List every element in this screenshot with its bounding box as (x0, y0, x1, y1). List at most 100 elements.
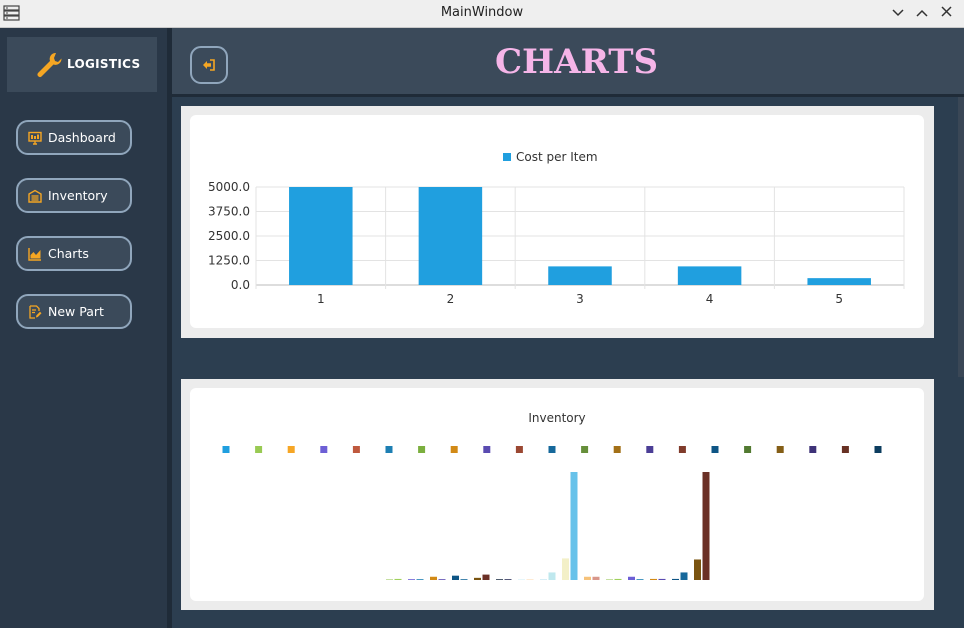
bar (526, 579, 534, 580)
bar (386, 579, 393, 580)
sidebar-item-inventory[interactable]: Inventory (16, 178, 132, 213)
cost-chart-panel: Cost per Item 5000.0 3750.0 2500.0 1250.0 0.0… (181, 106, 934, 338)
page-header: CHARTS (172, 28, 964, 94)
maximize-button[interactable] (912, 3, 932, 23)
bar (628, 576, 635, 580)
bar (504, 579, 512, 580)
legend-marker (352, 446, 360, 453)
inventory-chart: Inventory (222, 411, 882, 580)
logo-label: LOGISTICS (67, 57, 141, 71)
bar (438, 579, 446, 580)
close-icon (940, 6, 952, 17)
monitor-icon (28, 131, 42, 145)
vertical-scrollbar[interactable] (958, 97, 964, 377)
bar (289, 187, 353, 285)
legend-marker (581, 446, 589, 453)
y-tick-label: 1250.0 (208, 254, 250, 268)
inventory-chart-panel: Inventory (181, 379, 934, 610)
bar (672, 578, 679, 580)
legend-marker (222, 446, 230, 453)
bar (702, 472, 710, 580)
legend-marker (255, 446, 263, 453)
bar (548, 266, 612, 285)
bar (460, 579, 468, 580)
bar (636, 579, 644, 580)
legend-marker (744, 446, 752, 453)
chart-title: Inventory (528, 411, 585, 425)
bar (650, 578, 657, 580)
legend-marker (385, 446, 393, 453)
bar (658, 578, 666, 580)
sidebar: LOGISTICS Dashboard Inventory Charts New… (0, 28, 167, 628)
bar (418, 187, 483, 285)
bar (394, 578, 402, 580)
sidebar-item-label: New Part (48, 304, 104, 319)
inventory-chart-card: Inventory (190, 388, 924, 601)
bar (482, 574, 490, 580)
area-chart-icon (28, 248, 41, 261)
bar (584, 576, 591, 580)
app-logo: LOGISTICS (7, 37, 157, 92)
close-button[interactable] (936, 3, 956, 23)
sidebar-item-label: Dashboard (48, 130, 116, 145)
legend-marker (874, 446, 882, 453)
minimize-button[interactable] (888, 3, 908, 23)
cost-chart-card: Cost per Item 5000.0 3750.0 2500.0 1250.0 0.0… (190, 115, 924, 328)
bar (606, 579, 613, 580)
legend-marker (841, 446, 849, 453)
legend-marker (646, 446, 654, 453)
y-tick-label: 3750.0 (208, 205, 250, 219)
warehouse-icon (28, 189, 42, 203)
legend-marker (450, 446, 458, 453)
sidebar-item-label: Charts (48, 246, 89, 261)
bar (474, 577, 481, 580)
sidebar-item-new-part[interactable]: New Part (16, 294, 132, 329)
bar (592, 576, 600, 580)
bar (548, 572, 556, 580)
legend-marker (320, 446, 328, 453)
x-tick-label: 1 (317, 292, 325, 306)
legend-marker (418, 446, 426, 453)
bar (416, 579, 424, 580)
cost-per-item-chart: Cost per Item 5000.0 3750.0 2500.0 1250.0 0.0… (208, 150, 905, 306)
legend-marker (515, 446, 523, 453)
sidebar-item-charts[interactable]: Charts (16, 236, 132, 271)
legend-marker (503, 153, 511, 161)
sidebar-divider[interactable] (167, 28, 172, 628)
chevron-down-icon (892, 9, 904, 17)
bar (807, 278, 871, 285)
bar (430, 576, 437, 580)
legend-marker (711, 446, 719, 453)
legend-marker (613, 446, 621, 453)
legend-label: Cost per Item (516, 150, 598, 164)
y-tick-label: 2500.0 (208, 229, 250, 243)
page-title: CHARTS (495, 42, 659, 82)
sidebar-item-dashboard[interactable]: Dashboard (16, 120, 132, 155)
bar (562, 558, 569, 580)
sign-out-icon (203, 59, 215, 71)
wrench-icon (37, 52, 62, 77)
legend-marker (678, 446, 686, 453)
bar (496, 579, 503, 580)
legend-marker (483, 446, 491, 453)
bar (677, 266, 742, 285)
legend-marker (287, 446, 295, 453)
bar (452, 575, 459, 580)
bar (694, 559, 701, 580)
bar (680, 572, 688, 580)
bar (518, 579, 525, 580)
bar (570, 472, 578, 580)
y-tick-label: 0.0 (231, 278, 250, 292)
legend-marker (776, 446, 784, 453)
sidebar-item-label: Inventory (48, 188, 108, 203)
window-title: MainWindow (440, 5, 524, 20)
x-tick-label: 4 (706, 292, 714, 306)
chevron-up-icon (916, 9, 928, 17)
x-tick-label: 2 (447, 292, 455, 306)
legend-marker (548, 446, 556, 453)
bar (408, 579, 415, 580)
back-button[interactable] (190, 46, 228, 84)
x-tick-label: 5 (835, 292, 843, 306)
header-divider (172, 94, 964, 97)
legend-marker (809, 446, 817, 453)
